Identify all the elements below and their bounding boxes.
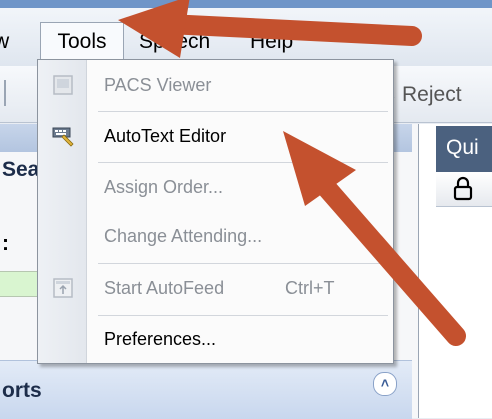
title-bar-strip [0, 0, 492, 8]
menu-separator [98, 162, 388, 163]
menu-item-autotext-editor[interactable]: AutoText Editor [38, 119, 393, 155]
lock-icon [453, 176, 473, 201]
search-section-label: Sea [2, 158, 40, 181]
quick-panel-title: Qui [446, 136, 479, 159]
menu-separator [98, 263, 388, 264]
field-label-fragment: : [2, 232, 9, 255]
menu-item-shortcut: Ctrl+T [285, 278, 335, 298]
menu-view[interactable]: w [0, 24, 16, 60]
menu-speech[interactable]: Speech [139, 24, 219, 60]
reports-section-label: orts [2, 379, 42, 402]
menu-item-label: Assign Order... [104, 177, 224, 197]
autotext-editor-icon [52, 127, 74, 147]
menu-item-label: Change Attending... [104, 226, 263, 246]
status-field[interactable] [0, 271, 41, 297]
menu-item-label: PACS Viewer [104, 75, 212, 95]
tools-dropdown-menu [37, 59, 394, 364]
collapse-reports-button[interactable]: ˄ [373, 372, 397, 396]
reports-section-bar[interactable] [0, 360, 412, 419]
menu-item-pacs-viewer[interactable]: PACS Viewer [38, 68, 393, 104]
pacs-viewer-icon [53, 75, 73, 95]
menu-item-start-autofeed[interactable]: Start AutoFeed Ctrl+T [38, 271, 393, 307]
menu-item-change-attending[interactable]: Change Attending... [38, 219, 393, 255]
toolbar-divider [4, 80, 6, 106]
chevron-up-double-icon: ˄ [380, 375, 390, 391]
menu-help[interactable]: Help [250, 24, 300, 60]
menu-separator [98, 111, 388, 112]
menu-item-label: Preferences... [104, 329, 217, 349]
reject-label: Reject [402, 83, 462, 106]
menu-tools[interactable]: Tools [40, 22, 124, 60]
menu-item-preferences[interactable]: Preferences... [38, 322, 393, 358]
menu-separator [98, 315, 388, 316]
autofeed-icon [53, 278, 73, 298]
dropdown-icon-gutter [38, 60, 87, 363]
menu-item-assign-order[interactable]: Assign Order... [38, 170, 393, 206]
menu-item-label: Start AutoFeed [104, 278, 225, 298]
menu-item-label: AutoText Editor [104, 126, 227, 146]
